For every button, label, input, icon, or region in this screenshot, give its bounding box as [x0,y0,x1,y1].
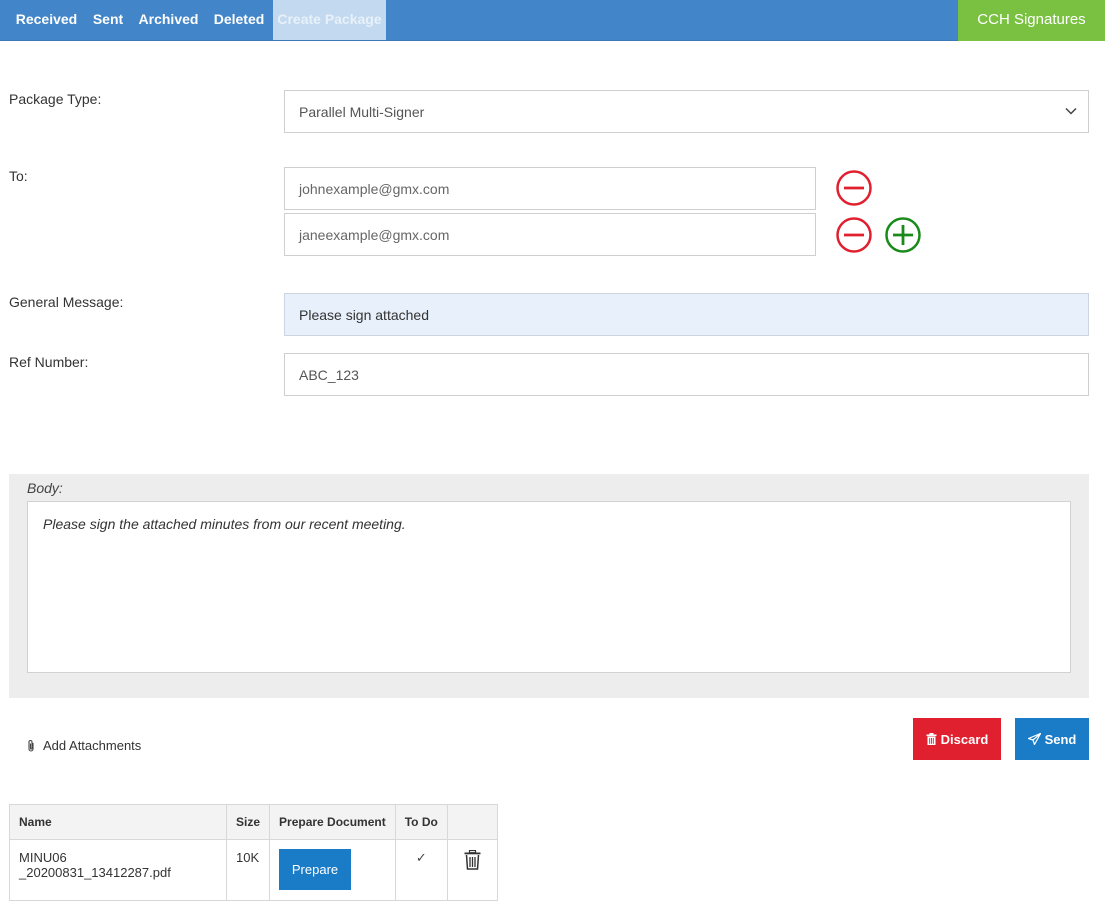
tab-archived[interactable]: Archived [132,0,205,40]
attachment-prepare-cell: Prepare [269,839,396,901]
ref-number-field[interactable]: ABC_123 [284,353,1089,396]
send-button[interactable]: Send [1015,718,1089,760]
table-row: MINU06 _20200831_13412287.pdf 10K Prepar… [9,839,498,901]
attachment-delete-cell [446,839,498,901]
paperclip-icon [28,739,34,752]
col-name-header: Name [9,804,227,840]
attachment-size: 10K [225,839,271,901]
remove-recipient-button-2[interactable] [835,216,873,254]
send-label: Send [1044,731,1077,747]
chevron-down-icon [1065,107,1077,115]
tab-sent[interactable]: Sent [84,0,132,40]
recipient-email-field-1[interactable]: johnexample@gmx.com [284,167,816,210]
recipient-email-value-1: johnexample@gmx.com [299,180,450,197]
attachment-todo: ✓ [394,839,448,901]
general-message-value: Please sign attached [299,306,429,323]
package-type-select[interactable]: Parallel Multi-Signer [284,90,1089,133]
ref-number-value: ABC_123 [299,366,359,383]
col-actions-header [446,804,498,840]
col-todo-header: To Do [394,804,448,840]
top-nav: Received Sent Archived Deleted Create Pa… [0,0,1105,41]
remove-recipient-button-1[interactable] [835,169,873,207]
col-prepare-header: Prepare Document [269,804,396,840]
discard-label: Discard [940,731,989,747]
package-type-label: Package Type: [9,91,102,107]
general-message-field[interactable]: Please sign attached [284,293,1089,336]
body-panel: Body: Please sign the attached minutes f… [9,474,1089,698]
table-header-row: Name Size Prepare Document To Do [9,804,498,840]
tab-create-package[interactable]: Create Package [273,0,386,40]
body-textarea[interactable]: Please sign the attached minutes from ou… [27,501,1071,673]
add-recipient-button[interactable] [884,216,922,254]
discard-button[interactable]: Discard [913,718,1001,760]
paper-plane-icon [1027,733,1041,745]
col-size-header: Size [225,804,271,840]
delete-attachment-button[interactable] [464,849,481,870]
add-attachments-label: Add Attachments [43,738,142,753]
to-label: To: [9,168,28,184]
recipient-email-value-2: janeexample@gmx.com [299,226,450,243]
trash-icon [926,733,937,745]
add-attachments-link[interactable]: Add Attachments [25,738,141,753]
attachment-name: MINU06 _20200831_13412287.pdf [9,839,227,901]
tab-deleted[interactable]: Deleted [205,0,273,40]
general-message-label: General Message: [9,294,124,310]
brand-cch-signatures[interactable]: CCH Signatures [958,0,1105,41]
prepare-button[interactable]: Prepare [279,849,352,890]
checkmark-icon: ✓ [415,850,427,865]
ref-number-label: Ref Number: [9,354,89,370]
attachments-table: Name Size Prepare Document To Do MINU06 … [9,804,498,901]
body-label: Body: [27,480,63,496]
recipient-email-field-2[interactable]: janeexample@gmx.com [284,213,816,256]
package-type-value: Parallel Multi-Signer [299,103,425,120]
tab-received[interactable]: Received [9,0,84,40]
